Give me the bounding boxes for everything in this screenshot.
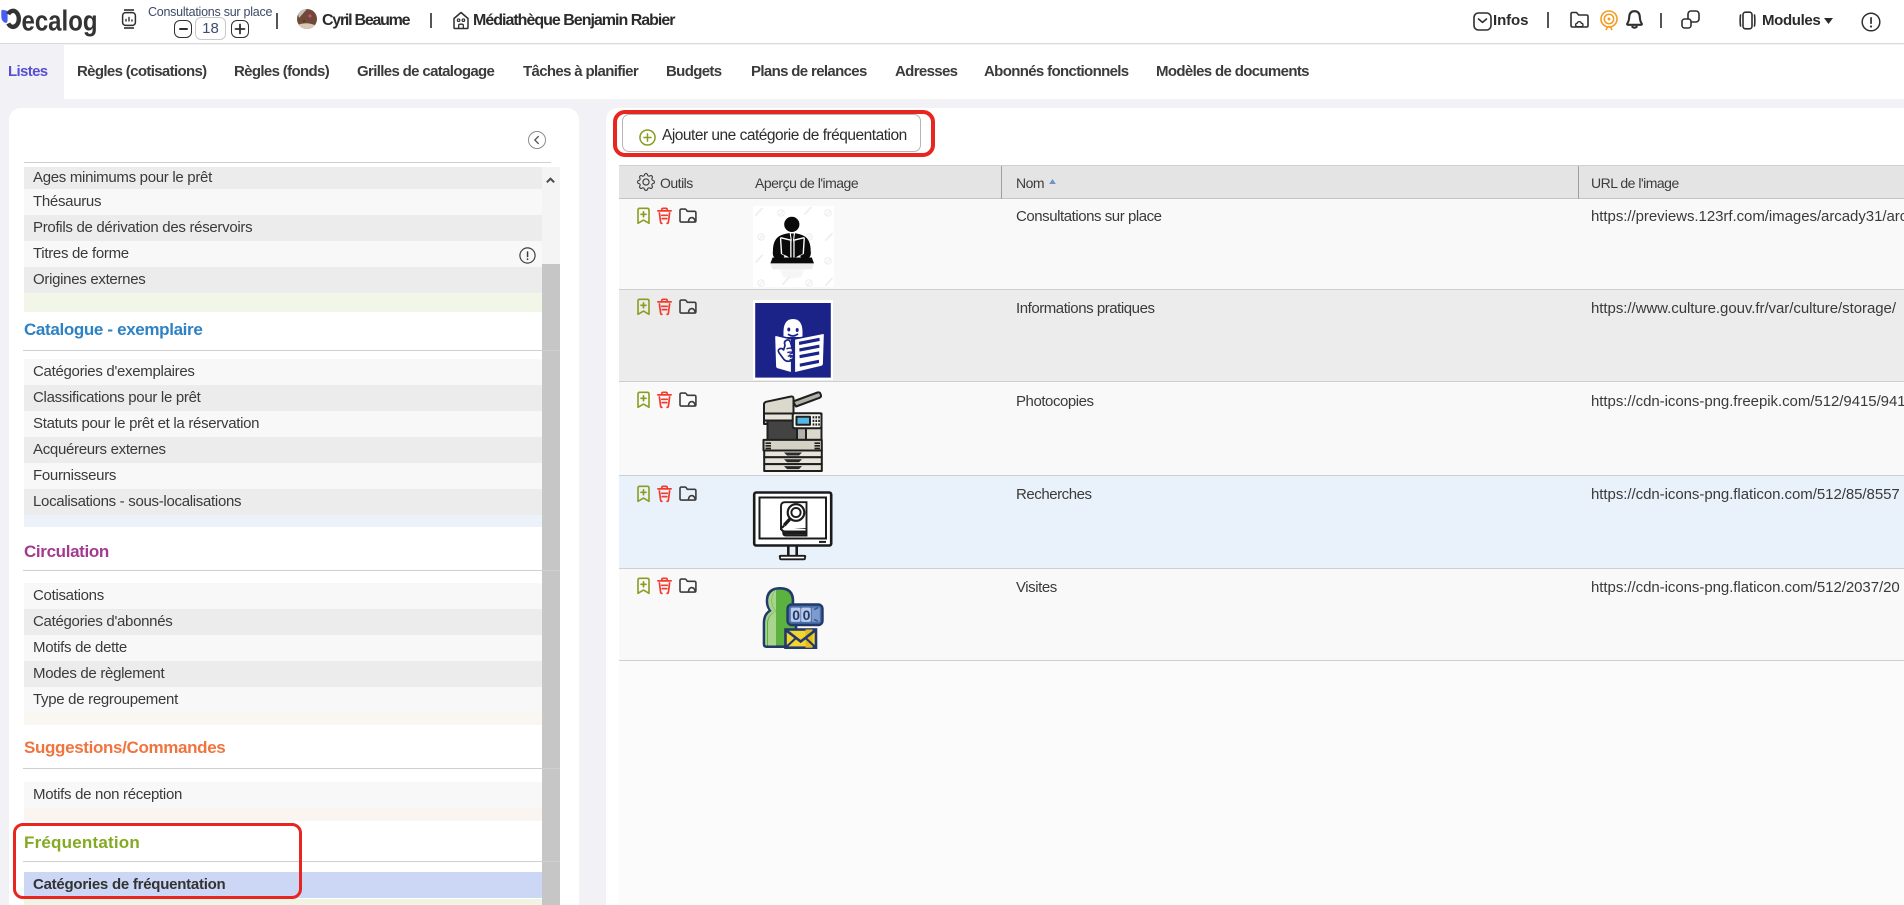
svg-text:0: 0 [792,607,800,623]
svg-text:ecalog: ecalog [22,6,98,38]
svg-text:0: 0 [803,607,811,623]
